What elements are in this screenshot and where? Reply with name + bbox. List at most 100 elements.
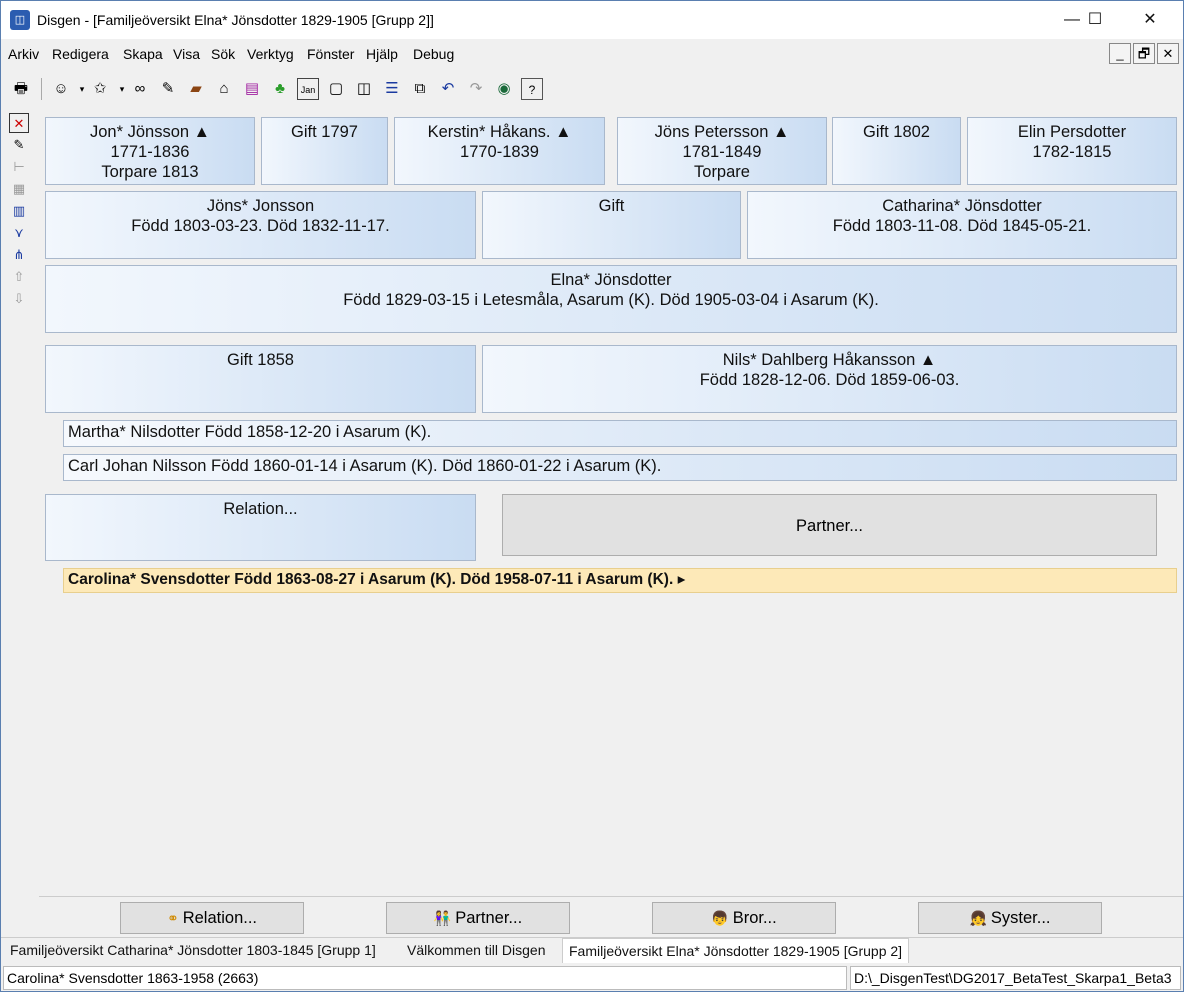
toolbar-separator [41,78,42,100]
marriage-label: Gift 1858 [227,351,294,369]
person-details: Född 1829-03-15 i Letesmåla, Asarum (K).… [343,291,879,309]
parents-marriage-card[interactable]: Gift [482,191,741,259]
print-icon[interactable]: 🖶 [10,78,32,100]
person-details: Född 1828-12-06. Död 1859-06-03. [699,371,960,389]
marriage-card[interactable]: Gift 1858 [45,345,476,413]
person-dates: 1781-1849 [682,143,762,161]
add-brother-button[interactable]: 👦 Bror... [652,902,836,934]
up-disabled-icon[interactable]: ⇧ [9,267,29,287]
tab-elna[interactable]: Familjeöversikt Elna* Jönsdotter 1829-19… [562,938,910,963]
menu-visa[interactable]: Visa [173,46,200,62]
grandmother-paternal-card[interactable]: Kerstin* Håkans. ▲ 1770-1839 [394,117,605,185]
person-name: Jöns Petersson ▲ [654,123,790,141]
window-title: Disgen - [Familjeöversikt Elna* Jönsdott… [37,12,434,28]
marriage-label: Gift 1802 [863,123,930,141]
menu-bar: Arkiv Redigera Skapa Visa Sök Verktyg Fö… [1,41,1183,67]
grandmother-maternal-card[interactable]: Elin Persdotter 1782-1815 [967,117,1177,185]
close-button[interactable]: ✕ [1127,1,1173,39]
main-person-card[interactable]: Elna* Jönsdotter Född 1829-03-15 i Letes… [45,265,1177,333]
relation-button[interactable]: ⚭ Relation... [120,902,304,934]
ancestors-icon[interactable]: ⋎ [9,223,29,243]
notes-icon[interactable]: ✎ [9,135,29,155]
menu-hjalp[interactable]: Hjälp [366,46,398,62]
mdi-restore-button[interactable]: 🗗 [1133,43,1155,64]
selected-child-row[interactable]: Carolina* Svensdotter Född 1863-08-27 i … [63,568,1177,593]
disgen-app-icon[interactable]: ◫ [10,10,30,30]
redo-icon[interactable]: ↷ [465,78,487,100]
home-icon[interactable]: ⌂ [213,78,235,100]
mdi-minimize-button[interactable]: _ [1109,43,1131,64]
spouse-card[interactable]: Nils* Dahlberg Håkansson ▲ Född 1828-12-… [482,345,1177,413]
tree-disabled-icon[interactable]: ⊢ [9,157,29,177]
calendar-icon[interactable]: Jan [297,78,319,100]
window-split-icon[interactable]: ◫ [353,78,375,100]
star-person-icon[interactable]: ✩ [89,78,111,100]
bottom-button-bar: ⚭ Relation... 👫 Partner... 👦 Bror... 👧 Syste… [39,896,1183,938]
person-occupation: Torpare [694,163,750,181]
menu-sok[interactable]: Sök [211,46,235,62]
tab-welcome[interactable]: Välkommen till Disgen [401,938,552,963]
add-partner-button[interactable]: 👫 Partner... [386,902,570,934]
grandfather-paternal-card[interactable]: Jon* Jönsson ▲ 1771-1836 Torpare 1813 [45,117,255,185]
edit-icon[interactable]: ✎ [157,78,179,100]
window-rows-icon[interactable]: ☰ [381,78,403,100]
person-dates: Född 1803-03-23. Död 1832-11-17. [131,217,390,235]
menu-debug[interactable]: Debug [413,46,454,62]
help-icon[interactable]: ? [521,78,543,100]
window-tabs: Familjeöversikt Catharina* Jönsdotter 18… [1,937,1183,963]
title-bar: ◫ Disgen - [Familjeöversikt Elna* Jönsdo… [1,1,1183,39]
status-database-path: D:\_DisgenTest\DG2017_BetaTest_Skarpa1_B… [850,966,1181,990]
globe-icon[interactable]: ◉ [493,78,515,100]
binoculars-icon[interactable]: ∞ [129,78,151,100]
person-name: Elin Persdotter [1017,123,1127,141]
marriage-label: Gift 1797 [291,123,358,141]
person-name: Elna* Jönsdotter [550,271,672,289]
person-dates: 1770-1839 [460,143,539,161]
chart-disabled-icon[interactable]: ▦ [9,179,29,199]
columns-icon[interactable]: ▥ [9,201,29,221]
window-cascade-icon[interactable]: ⧉ [409,78,431,100]
child-row[interactable]: Martha* Nilsdotter Född 1858-12-20 i Asa… [63,420,1177,447]
grandfather-maternal-card[interactable]: Jöns Petersson ▲ 1781-1849 Torpare [617,117,827,185]
partner-button[interactable]: Partner... [502,494,1157,556]
menu-verktyg[interactable]: Verktyg [247,46,294,62]
status-bar: Carolina* Svensdotter 1863-1958 (2663) D… [1,966,1183,991]
app-window: ◫ Disgen - [Familjeöversikt Elna* Jönsdo… [0,0,1184,992]
book-icon[interactable]: ▰ [185,78,207,100]
descendants-icon[interactable]: ⋔ [9,245,29,265]
relation-icon: ⚭ [166,910,179,926]
menu-skapa[interactable]: Skapa [123,46,163,62]
books-icon[interactable]: ▤ [241,78,263,100]
maximize-button[interactable]: ☐ [1072,1,1118,39]
person-name: Jöns* Jonsson [206,197,315,215]
father-card[interactable]: Jöns* Jonsson Född 1803-03-23. Död 1832-… [45,191,476,259]
sister-icon: 👧 [969,910,987,926]
child-row[interactable]: Carl Johan Nilsson Född 1860-01-14 i Asa… [63,454,1177,481]
menu-arkiv[interactable]: Arkiv [8,46,39,62]
person-name: Jon* Jönsson ▲ [90,123,210,141]
marriage-label: Gift [598,197,625,215]
mother-card[interactable]: Catharina* Jönsdotter Född 1803-11-08. D… [747,191,1177,259]
undo-icon[interactable]: ↶ [437,78,459,100]
map-icon[interactable]: ♣ [269,78,291,100]
window-single-icon[interactable]: ▢ [325,78,347,100]
brother-icon: 👦 [711,910,729,926]
menu-fonster[interactable]: Fönster [307,46,354,62]
menu-redigera[interactable]: Redigera [52,46,109,62]
tab-catharina[interactable]: Familjeöversikt Catharina* Jönsdotter 18… [4,938,382,963]
person-name: Catharina* Jönsdotter [882,197,1042,215]
person-dates: 1782-1815 [1032,143,1112,161]
maternal-marriage-card[interactable]: Gift 1802 [832,117,961,185]
person-occupation: Torpare 1813 [101,163,199,181]
mdi-controls: _ 🗗 ✕ [1109,43,1179,64]
add-sister-button[interactable]: 👧 Syster... [918,902,1102,934]
person-name: Kerstin* Håkans. ▲ [427,123,572,141]
relation-button-label: Relation... [182,909,258,927]
delete-icon[interactable]: ✕ [9,113,29,133]
paternal-marriage-card[interactable]: Gift 1797 [261,117,388,185]
down-disabled-icon[interactable]: ⇩ [9,289,29,309]
person-dates: Född 1803-11-08. Död 1845-05-21. [832,217,1092,235]
person-icon[interactable]: ☺ [50,78,72,100]
new-relation-card[interactable]: Relation... [45,494,476,561]
mdi-close-button[interactable]: ✕ [1157,43,1179,64]
